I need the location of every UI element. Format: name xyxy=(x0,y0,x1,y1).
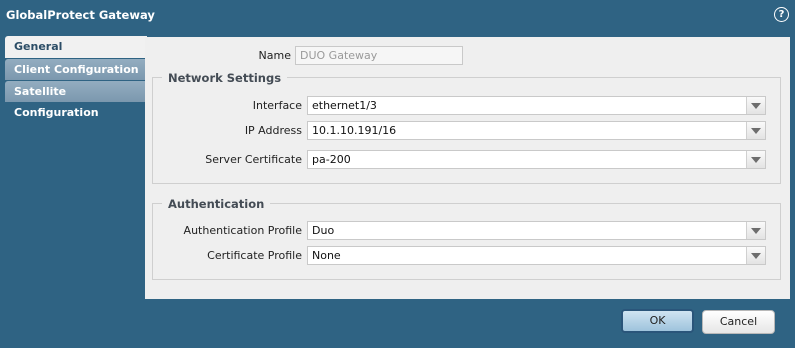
interface-label: Interface xyxy=(252,99,302,112)
network-settings-legend: Network Settings xyxy=(162,71,288,85)
general-panel: Name DUO Gateway Network Settings Interf… xyxy=(145,37,790,299)
certificate-profile-select[interactable]: None xyxy=(307,246,766,265)
authentication-profile-value: Duo xyxy=(312,224,335,237)
chevron-down-icon[interactable] xyxy=(746,151,765,168)
tab-client-configuration[interactable]: Client Configuration xyxy=(5,59,145,80)
server-certificate-value: pa-200 xyxy=(312,153,351,166)
authentication-group xyxy=(152,203,781,280)
chevron-down-icon[interactable] xyxy=(746,122,765,139)
server-certificate-label: Server Certificate xyxy=(205,153,302,166)
chevron-down-icon[interactable] xyxy=(746,247,765,264)
ok-button[interactable]: OK xyxy=(621,309,694,333)
certificate-profile-value: None xyxy=(312,249,341,262)
authentication-legend: Authentication xyxy=(162,197,271,211)
chevron-down-icon[interactable] xyxy=(746,97,765,114)
cancel-button[interactable]: Cancel xyxy=(702,310,775,334)
ip-address-value: 10.1.10.191/16 xyxy=(312,124,397,137)
dialog-titlebar: GlobalProtect Gateway ? xyxy=(0,0,795,30)
server-certificate-select[interactable]: pa-200 xyxy=(307,150,766,169)
certificate-profile-label: Certificate Profile xyxy=(207,249,302,262)
name-field[interactable]: DUO Gateway xyxy=(295,46,463,65)
interface-value: ethernet1/3 xyxy=(312,99,377,112)
tab-general[interactable]: General xyxy=(5,36,147,58)
dialog-title: GlobalProtect Gateway xyxy=(6,8,155,22)
ip-address-select[interactable]: 10.1.10.191/16 xyxy=(307,121,766,140)
ip-address-label: IP Address xyxy=(244,124,302,137)
chevron-down-icon[interactable] xyxy=(746,222,765,239)
name-label: Name xyxy=(258,49,291,62)
interface-select[interactable]: ethernet1/3 xyxy=(307,96,766,115)
tab-list: General Client Configuration Satellite C… xyxy=(5,36,147,119)
authentication-profile-label: Authentication Profile xyxy=(183,224,302,237)
authentication-profile-select[interactable]: Duo xyxy=(307,221,766,240)
help-icon[interactable]: ? xyxy=(774,7,789,22)
tab-satellite-configuration[interactable]: Satellite Configuration xyxy=(5,81,145,119)
